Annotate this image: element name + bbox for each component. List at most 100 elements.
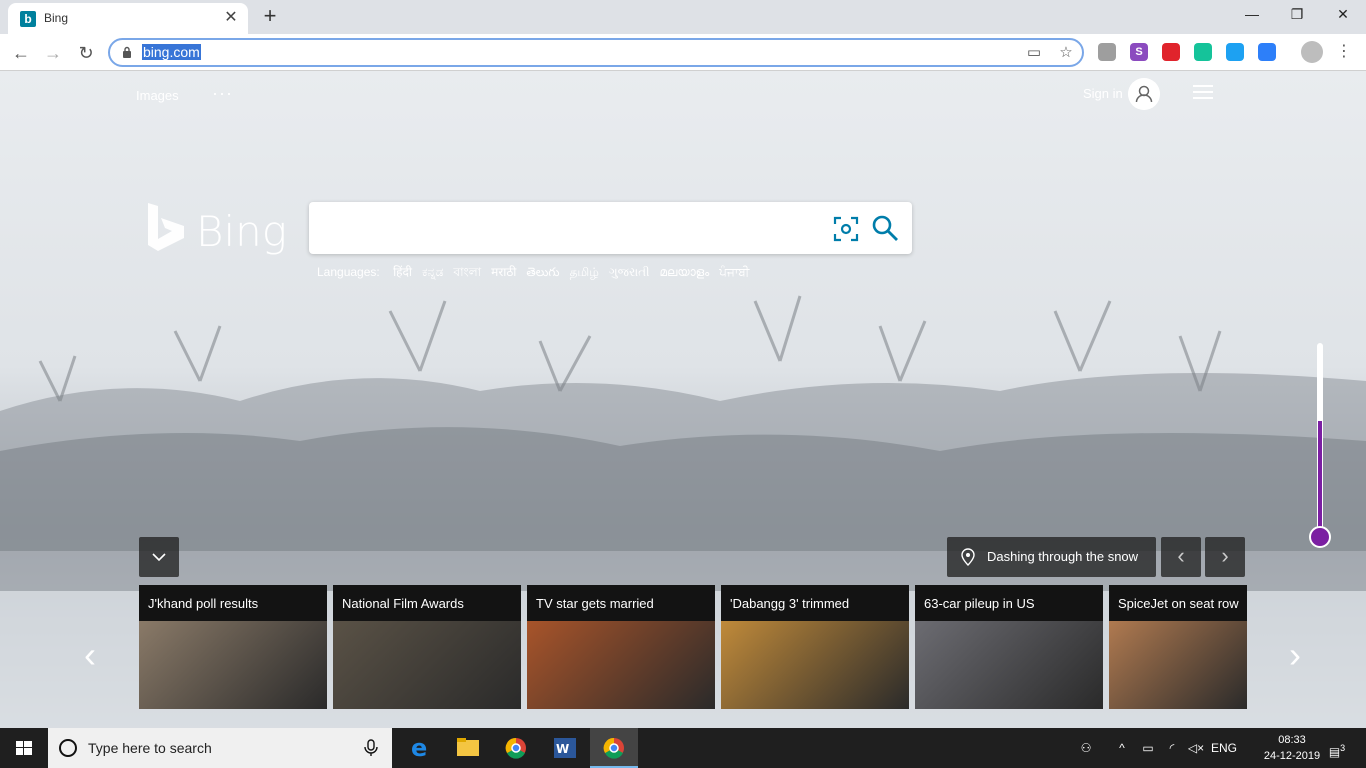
- carousel-prev-icon[interactable]: ‹: [78, 637, 102, 677]
- bing-homepage: Images ··· Sign in Bing Languages: हिंदी…: [0, 71, 1366, 728]
- language-link[interactable]: हिंदी: [393, 265, 412, 279]
- windows-start-icon[interactable]: [0, 728, 48, 768]
- next-image-button[interactable]: ›: [1205, 537, 1245, 577]
- back-button[interactable]: ←: [8, 40, 34, 66]
- tray-chevron-up-icon[interactable]: ^: [1112, 728, 1132, 768]
- hamburger-menu-icon[interactable]: [1193, 85, 1213, 101]
- bing-favicon-icon: b: [20, 11, 36, 27]
- news-card[interactable]: TV star gets married: [527, 585, 715, 709]
- wifi-icon[interactable]: ◜: [1160, 728, 1184, 768]
- news-card[interactable]: SpiceJet on seat row: [1109, 585, 1247, 709]
- news-title: J'khand poll results: [139, 585, 327, 621]
- news-card[interactable]: 'Dabangg 3' trimmed: [721, 585, 909, 709]
- bing-logo: Bing: [146, 201, 287, 257]
- windows-taskbar: Type here to search e W ⚇ ^ ▭ ◜ ◁× ENG 0…: [0, 728, 1366, 768]
- location-pin-icon: [961, 548, 975, 566]
- news-thumbnail: [721, 621, 909, 709]
- sign-in-link[interactable]: Sign in: [1083, 86, 1123, 101]
- image-caption[interactable]: Dashing through the snow: [947, 537, 1156, 577]
- previous-image-button[interactable]: ‹: [1161, 537, 1201, 577]
- carousel-next-icon[interactable]: ›: [1283, 637, 1307, 677]
- volume-muted-icon[interactable]: ◁×: [1184, 728, 1208, 768]
- browser-toolbar: ← → ↻ bing.com ▭ ☆ ⋮ S: [0, 34, 1366, 71]
- news-title: SpiceJet on seat row: [1109, 585, 1247, 621]
- shield-extension-icon[interactable]: [1258, 43, 1276, 61]
- evernote-clipper-icon[interactable]: [1098, 43, 1116, 61]
- news-card[interactable]: J'khand poll results: [139, 585, 327, 709]
- bing-logo-icon: [148, 203, 184, 251]
- news-title: TV star gets married: [527, 585, 715, 621]
- profile-avatar[interactable]: [1301, 41, 1323, 63]
- input-language[interactable]: ENG: [1210, 728, 1238, 768]
- chrome-active-window-icon[interactable]: [590, 728, 638, 768]
- chrome-taskbar-icon[interactable]: [492, 728, 540, 768]
- collapse-button[interactable]: [139, 537, 179, 577]
- notification-center-icon[interactable]: ▤3: [1322, 728, 1352, 768]
- address-bar[interactable]: bing.com ▭ ☆: [108, 38, 1084, 67]
- microphone-icon[interactable]: [364, 739, 378, 757]
- languages-label: Languages:: [317, 265, 380, 279]
- language-link[interactable]: मराठी: [491, 265, 516, 279]
- language-link[interactable]: தமிழ்: [570, 265, 599, 279]
- clock[interactable]: 08:33 24-12-2019: [1262, 732, 1322, 764]
- file-explorer-icon[interactable]: [444, 728, 492, 768]
- minimize-window-button[interactable]: —: [1229, 0, 1275, 30]
- tab-title: Bing: [44, 11, 69, 25]
- clock-date: 24-12-2019: [1263, 750, 1321, 762]
- news-title: National Film Awards: [333, 585, 521, 621]
- restore-window-button[interactable]: ❐: [1274, 0, 1320, 30]
- reload-button[interactable]: ↻: [73, 40, 99, 66]
- forward-button[interactable]: →: [40, 40, 66, 66]
- news-thumbnail: [333, 621, 521, 709]
- caption-text: Dashing through the snow: [987, 549, 1139, 564]
- user-avatar-icon[interactable]: [1128, 78, 1160, 110]
- s-extension-icon[interactable]: S: [1130, 43, 1148, 61]
- language-link[interactable]: ગુજરાતી: [609, 265, 650, 279]
- news-title: 'Dabangg 3' trimmed: [721, 585, 909, 621]
- search-icon[interactable]: [871, 214, 899, 242]
- lock-icon[interactable]: [122, 46, 132, 58]
- close-tab-icon[interactable]: ✕: [222, 9, 240, 27]
- bing-logo-text: Bing: [196, 207, 287, 256]
- language-link[interactable]: తెలుగు: [526, 265, 559, 279]
- word-icon[interactable]: W: [541, 728, 589, 768]
- language-link[interactable]: ಕನ್ನಡ: [422, 265, 443, 279]
- taskbar-search-placeholder: Type here to search: [88, 740, 212, 756]
- languages-bar: Languages: हिंदी ಕನ್ನಡ বাংলা मराठी తెలుగు தமி…: [317, 263, 769, 284]
- visual-search-icon[interactable]: [833, 216, 859, 242]
- images-link[interactable]: Images: [136, 88, 179, 103]
- new-tab-button[interactable]: +: [258, 5, 282, 29]
- people-icon[interactable]: ⚇: [1074, 728, 1098, 768]
- close-window-button[interactable]: ✕: [1320, 0, 1366, 30]
- battery-icon[interactable]: ▭: [1136, 728, 1160, 768]
- tab-strip: b Bing ✕ + — ❐ ✕: [0, 0, 1366, 34]
- news-card[interactable]: 63-car pileup in US: [915, 585, 1103, 709]
- news-card[interactable]: National Film Awards: [333, 585, 521, 709]
- tab-bing[interactable]: b Bing ✕: [8, 3, 248, 34]
- clock-time: 08:33: [1278, 734, 1306, 746]
- language-link[interactable]: বাংলা: [453, 265, 481, 279]
- adblock-icon[interactable]: [1162, 43, 1180, 61]
- news-title: 63-car pileup in US: [915, 585, 1103, 621]
- news-thumbnail: [139, 621, 327, 709]
- zoom-slider[interactable]: [1309, 341, 1331, 551]
- notification-count: 3: [1340, 743, 1346, 753]
- cast-icon[interactable]: ▭: [1024, 43, 1044, 63]
- grammarly-icon[interactable]: [1194, 43, 1212, 61]
- chrome-menu-icon[interactable]: ⋮: [1336, 42, 1352, 62]
- taskbar-search-input[interactable]: Type here to search: [48, 728, 392, 768]
- svg-text:e: e: [411, 734, 427, 762]
- blue-extension-icon[interactable]: [1226, 43, 1244, 61]
- search-input[interactable]: [309, 202, 912, 254]
- cortana-icon: [59, 739, 77, 757]
- url-text[interactable]: bing.com: [142, 44, 201, 60]
- svg-text:W: W: [556, 742, 569, 756]
- bookmark-star-icon[interactable]: ☆: [1056, 43, 1076, 63]
- language-link[interactable]: മലയാളം: [660, 265, 710, 279]
- chevron-down-icon: [152, 553, 166, 562]
- news-thumbnail: [1109, 621, 1247, 709]
- more-menu[interactable]: ···: [212, 83, 233, 104]
- edge-browser-icon[interactable]: e: [396, 728, 444, 768]
- language-link[interactable]: ਪੰਜਾਬੀ: [719, 265, 749, 279]
- news-thumbnail: [527, 621, 715, 709]
